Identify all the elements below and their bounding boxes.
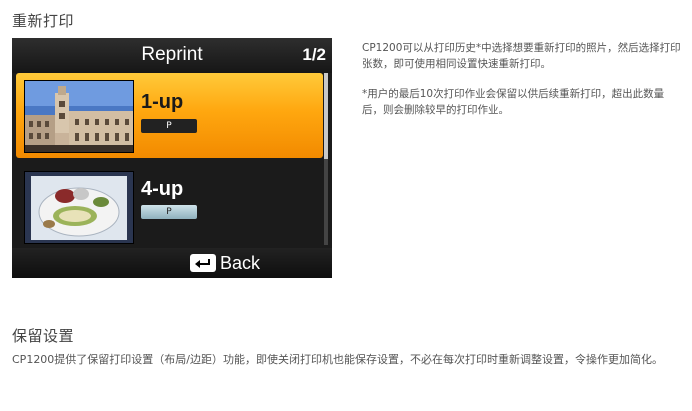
back-label: Back <box>220 252 261 273</box>
printer-lcd-screen: Reprint 1/2 1-up P 4-up P Back <box>12 38 332 278</box>
item-label: 4-up <box>141 178 184 200</box>
screen-title: Reprint <box>141 44 203 65</box>
page-indicator: 1/2 <box>302 45 326 64</box>
section-title-reprint: 重新打印 <box>12 12 75 30</box>
screen-header: Reprint 1/2 <box>12 38 332 73</box>
photo-thumbnail-food <box>24 171 134 244</box>
section-title-save-settings: 保留设置 <box>12 327 75 345</box>
reprint-item-selected[interactable]: 1-up P <box>16 73 323 158</box>
save-settings-description: CP1200提供了保留打印设置（布局/边距）功能，即使关闭打印机也能保存设置，不… <box>12 353 664 366</box>
item-label: 1-up <box>141 91 184 113</box>
reprint-description: CP1200可以从打印历史*中选择想要重新打印的照片，然后选择打印张数，即可使用… <box>362 42 681 70</box>
reprint-item[interactable]: 4-up P <box>16 164 323 249</box>
paper-size-badge: P <box>141 119 197 133</box>
scrollbar[interactable] <box>324 73 328 245</box>
scrollbar-thumb[interactable] <box>324 73 328 159</box>
photo-thumbnail-building <box>24 80 134 153</box>
back-button[interactable]: Back <box>190 252 260 274</box>
reprint-note: *用户的最后10次打印作业会保留以供后续重新打印，超出此数量后，则会删除较早的打… <box>362 88 665 116</box>
paper-size-badge: P <box>141 205 197 219</box>
screen-footer: Back <box>12 248 332 278</box>
return-arrow-icon <box>190 254 216 272</box>
